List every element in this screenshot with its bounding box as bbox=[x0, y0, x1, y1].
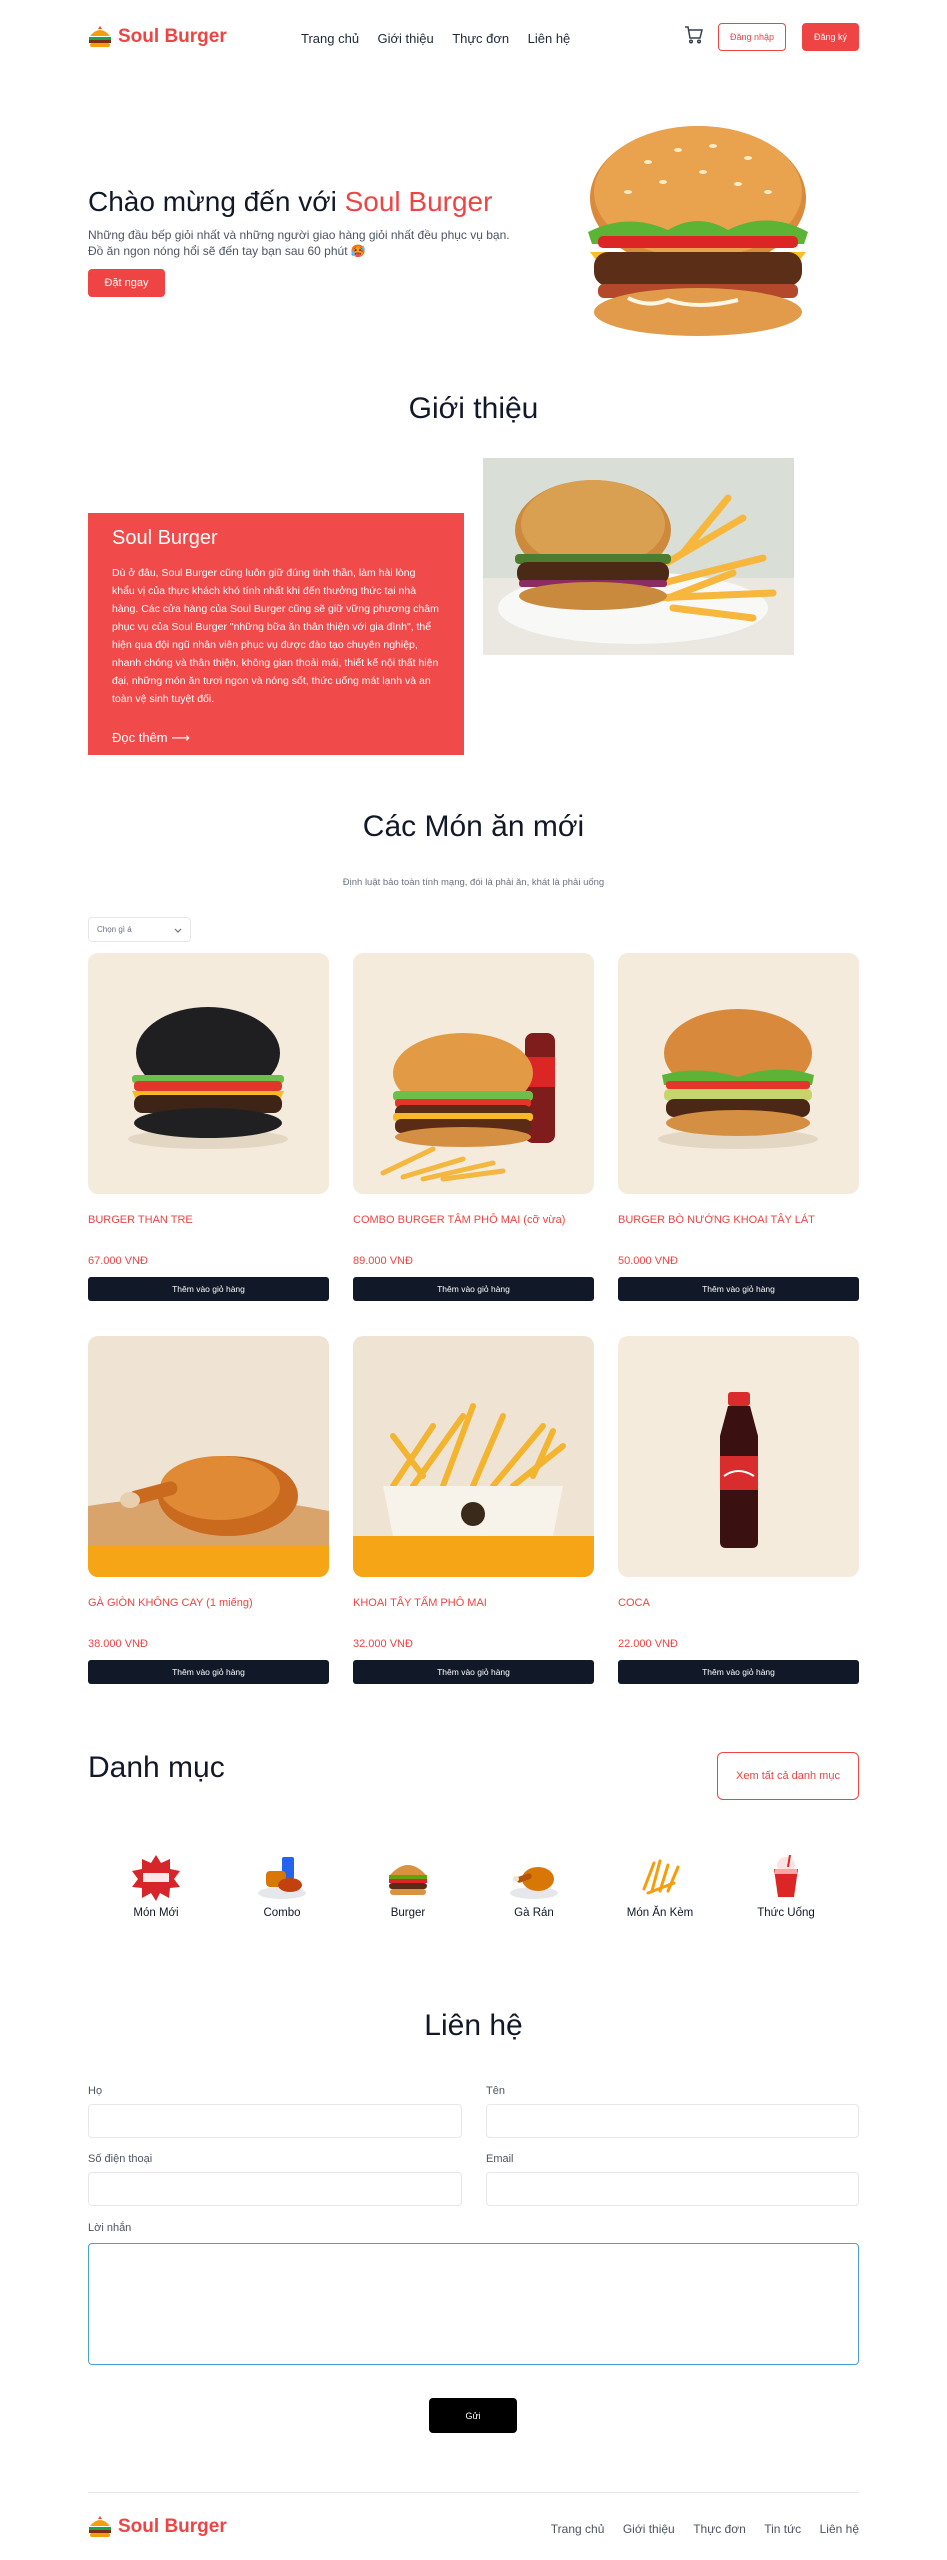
footer-brand-name: Soul Burger bbox=[118, 2516, 227, 2537]
categories-title: Danh mục bbox=[88, 1751, 225, 1784]
product-name[interactable]: KHOAI TÂY TẨM PHÔ MAI bbox=[353, 1597, 594, 1609]
category-item-combo[interactable]: Combo bbox=[237, 1853, 327, 1919]
burger-logo-icon bbox=[88, 26, 112, 48]
email-label: Email bbox=[486, 2153, 514, 2165]
category-select-value: Chọn gì á bbox=[97, 925, 132, 934]
fried-chicken-icon bbox=[508, 1853, 560, 1901]
hero-title: Chào mừng đến với Soul Burger bbox=[88, 186, 493, 217]
about-card-title: Soul Burger bbox=[112, 527, 218, 549]
submit-button[interactable]: Gửi bbox=[429, 2398, 517, 2433]
footer-nav: Trang chủ Giới thiệu Thực đơn Tin tức Li… bbox=[537, 2520, 859, 2538]
nav-menu[interactable]: Thực đơn bbox=[452, 31, 509, 46]
product-price: 89.000 VNĐ bbox=[353, 1255, 413, 1267]
footer-nav-contact[interactable]: Liên hệ bbox=[820, 2522, 859, 2536]
fries-icon bbox=[634, 1853, 686, 1901]
product-card[interactable]: COCA 22.000 VNĐ Thêm vào giỏ hàng bbox=[618, 1336, 859, 1684]
hero-burger-image bbox=[568, 112, 828, 342]
first-name-input[interactable] bbox=[486, 2104, 859, 2138]
product-image-beef-burger bbox=[618, 953, 859, 1194]
last-name-input[interactable] bbox=[88, 2104, 462, 2138]
category-item-sides[interactable]: Món Ăn Kèm bbox=[615, 1853, 705, 1919]
add-to-cart-button[interactable]: Thêm vào giỏ hàng bbox=[353, 1277, 594, 1301]
menu-section-title: Các Món ăn mới bbox=[362, 810, 585, 843]
category-label: Burger bbox=[390, 1907, 426, 1919]
product-price: 67.000 VNĐ bbox=[88, 1255, 148, 1267]
nav-contact[interactable]: Liên hệ bbox=[528, 31, 571, 46]
product-image-cheese-fries bbox=[353, 1336, 594, 1577]
product-card[interactable]: BURGER BÒ NƯỚNG KHOAI TÂY LÁT 50.000 VNĐ… bbox=[618, 953, 859, 1301]
product-card[interactable]: COMBO BURGER TÂM PHÔ MAI (cỡ vừa) 89.000… bbox=[353, 953, 594, 1301]
about-card-body: Dù ở đâu, Soul Burger cũng luôn giữ đúng… bbox=[112, 567, 439, 705]
phone-input[interactable] bbox=[88, 2172, 462, 2206]
product-name[interactable]: COCA bbox=[618, 1597, 859, 1609]
footer-divider bbox=[88, 2492, 859, 2493]
contact-section-title: Liên hệ bbox=[424, 2009, 523, 2042]
category-select[interactable]: Chọn gì á bbox=[88, 917, 191, 942]
footer-brand-logo[interactable]: Soul Burger bbox=[88, 2516, 227, 2538]
login-button[interactable]: Đăng nhập bbox=[718, 23, 786, 51]
add-to-cart-button[interactable]: Thêm vào giỏ hàng bbox=[353, 1660, 594, 1684]
footer-nav-news[interactable]: Tin tức bbox=[764, 2522, 801, 2536]
add-to-cart-button[interactable]: Thêm vào giỏ hàng bbox=[618, 1660, 859, 1684]
message-textarea[interactable] bbox=[88, 2243, 859, 2365]
register-button[interactable]: Đăng ký bbox=[802, 23, 859, 51]
footer-nav-home[interactable]: Trang chủ bbox=[551, 2522, 605, 2536]
cart-icon[interactable] bbox=[684, 26, 704, 49]
product-name[interactable]: BURGER THAN TRE bbox=[88, 1214, 329, 1226]
category-item-drinks[interactable]: Thức Uống bbox=[741, 1853, 831, 1919]
product-price: 38.000 VNĐ bbox=[88, 1638, 148, 1650]
footer-nav-about[interactable]: Giới thiệu bbox=[623, 2522, 675, 2536]
order-now-button[interactable]: Đặt ngay bbox=[88, 269, 165, 297]
category-label: Món Ăn Kèm bbox=[626, 1907, 694, 1919]
add-to-cart-button[interactable]: Thêm vào giỏ hàng bbox=[618, 1277, 859, 1301]
main-nav: Trang chủ Giới thiệu Thực đơn Liên hệ bbox=[301, 30, 584, 48]
new-badge-icon bbox=[130, 1853, 182, 1901]
product-image-black-burger bbox=[88, 953, 329, 1194]
phone-label: Số điện thoại bbox=[88, 2153, 153, 2165]
burger-logo-icon bbox=[88, 2516, 112, 2538]
menu-subtitle: Định luật bảo toàn tính mạng, đói là phả… bbox=[342, 877, 605, 888]
chevron-down-icon bbox=[174, 921, 182, 939]
read-more-link[interactable]: Đọc thêm ⟶ bbox=[112, 730, 440, 746]
category-label: Combo bbox=[263, 1907, 301, 1919]
product-price: 22.000 VNĐ bbox=[618, 1638, 678, 1650]
nav-home[interactable]: Trang chủ bbox=[301, 31, 359, 46]
category-item-burger[interactable]: Burger bbox=[363, 1853, 453, 1919]
email-input[interactable] bbox=[486, 2172, 859, 2206]
product-image-fried-chicken bbox=[88, 1336, 329, 1577]
brand-name: Soul Burger bbox=[118, 26, 227, 47]
hero-line-2: Đồ ăn ngon nóng hổi sẽ đến tay bạn sau 6… bbox=[88, 244, 366, 258]
product-name[interactable]: COMBO BURGER TÂM PHÔ MAI (cỡ vừa) bbox=[353, 1214, 594, 1226]
category-label: Món Mới bbox=[133, 1907, 179, 1919]
product-card[interactable]: GÀ GIÒN KHÔNG CAY (1 miếng) 38.000 VNĐ T… bbox=[88, 1336, 329, 1684]
category-label: Gà Rán bbox=[514, 1907, 554, 1919]
product-price: 32.000 VNĐ bbox=[353, 1638, 413, 1650]
burger-icon bbox=[382, 1853, 434, 1901]
product-name[interactable]: GÀ GIÒN KHÔNG CAY (1 miếng) bbox=[88, 1597, 329, 1609]
last-name-label: Họ bbox=[88, 2085, 103, 2097]
product-image-combo-burger bbox=[353, 953, 594, 1194]
product-card[interactable]: BURGER THAN TRE 67.000 VNĐ Thêm vào giỏ … bbox=[88, 953, 329, 1301]
about-card: Soul Burger Dù ở đâu, Soul Burger cũng l… bbox=[88, 513, 464, 755]
drink-icon bbox=[760, 1853, 812, 1901]
product-image-coca bbox=[618, 1336, 859, 1577]
category-item-fried-chicken[interactable]: Gà Rán bbox=[489, 1853, 579, 1919]
view-all-categories-button[interactable]: Xem tất cả danh mục bbox=[717, 1752, 859, 1800]
add-to-cart-button[interactable]: Thêm vào giỏ hàng bbox=[88, 1277, 329, 1301]
product-name[interactable]: BURGER BÒ NƯỚNG KHOAI TÂY LÁT bbox=[618, 1214, 859, 1226]
about-burger-fries-image bbox=[483, 458, 794, 655]
footer-nav-menu[interactable]: Thực đơn bbox=[693, 2522, 746, 2536]
product-card[interactable]: KHOAI TÂY TẨM PHÔ MAI 32.000 VNĐ Thêm và… bbox=[353, 1336, 594, 1684]
category-label: Thức Uống bbox=[757, 1907, 815, 1919]
message-label: Lời nhắn bbox=[88, 2222, 132, 2234]
brand-logo[interactable]: Soul Burger bbox=[88, 26, 227, 48]
product-price: 50.000 VNĐ bbox=[618, 1255, 678, 1267]
first-name-label: Tên bbox=[486, 2085, 505, 2097]
category-item-new[interactable]: Món Mới bbox=[111, 1853, 201, 1919]
add-to-cart-button[interactable]: Thêm vào giỏ hàng bbox=[88, 1660, 329, 1684]
about-section-title: Giới thiệu bbox=[408, 392, 539, 425]
combo-icon bbox=[256, 1853, 308, 1901]
nav-about[interactable]: Giới thiệu bbox=[378, 31, 434, 46]
hero-line-1: Những đầu bếp giỏi nhất và những người g… bbox=[88, 228, 510, 242]
